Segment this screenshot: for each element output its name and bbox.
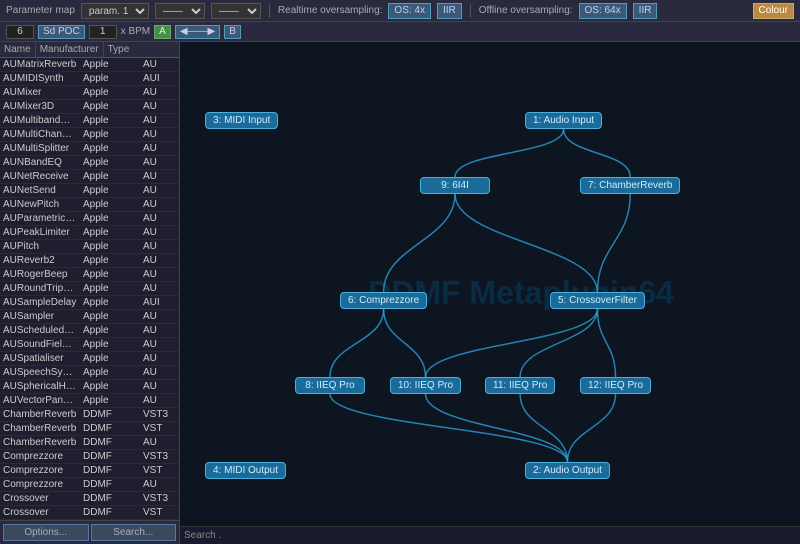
plugin-row[interactable]: ComprezzoreDDMFAU (0, 478, 179, 492)
plugin-row[interactable]: AUMatrixReverbAppleAU (0, 58, 179, 72)
plugin-node-audio_in[interactable]: 1: Audio Input (525, 112, 602, 129)
param-dropdown2[interactable]: —— (155, 3, 205, 19)
param-map-dropdown[interactable]: param. 1 (81, 3, 149, 19)
plugin-row[interactable]: ComprezzoreDDMFVST3 (0, 450, 179, 464)
plugin-node-ieq10[interactable]: 10: IIEQ Pro (390, 377, 461, 394)
plugin-row[interactable]: AUSoundFieldPann...AppleAU (0, 338, 179, 352)
plugin-row[interactable]: AUMultiSplitterAppleAU (0, 142, 179, 156)
plugin-panel: Name Manufacturer Type AUMatrixReverbApp… (0, 42, 180, 544)
plugin-row[interactable]: CrossoverDDMFVST (0, 506, 179, 520)
search-status-text: Search . (184, 530, 221, 541)
plugin-row[interactable]: AUNetSendAppleAU (0, 184, 179, 198)
plugin-node-ieq11[interactable]: 11: IIEQ Pro (485, 377, 555, 394)
plugin-node-s6i4[interactable]: 9: 6I4I (420, 177, 490, 194)
plugin-node-midi_in[interactable]: 3: MIDI Input (205, 112, 278, 129)
options-button[interactable]: Options... (3, 524, 89, 541)
sdpoc-btn[interactable]: Sd POC (38, 25, 85, 39)
plugin-row[interactable]: AUParametricEQAppleAU (0, 212, 179, 226)
plugin-row[interactable]: AUMultiChannelMixerAppleAU (0, 128, 179, 142)
divider2 (470, 4, 471, 18)
plugin-row[interactable]: AUPeakLimiterAppleAU (0, 226, 179, 240)
plugin-row[interactable]: AUNewPitchAppleAU (0, 198, 179, 212)
btn-arrow[interactable]: ◀——▶ (175, 25, 220, 39)
plugin-row[interactable]: CrossoverDDMFVST3 (0, 492, 179, 506)
plugin-row[interactable]: AUVectorPannerAppleAU (0, 394, 179, 408)
plugin-graph-canvas: DDMF Metaplugin64 Search . 3: MIDI Input… (180, 42, 800, 544)
bpm-label: x BPM (121, 26, 150, 37)
divider1 (269, 4, 270, 18)
realtime-btn[interactable]: OS: 4x (388, 3, 431, 19)
canvas-statusbar: Search . (180, 526, 800, 544)
colour-btn[interactable]: Colour (753, 3, 794, 19)
plugin-list: AUMatrixReverbAppleAUAUMIDISynthAppleAUI… (0, 58, 179, 520)
val1-input[interactable] (6, 25, 34, 39)
offline-label: Offline oversampling: (479, 5, 573, 16)
param-dropdown3[interactable]: —— (211, 3, 261, 19)
plugin-row[interactable]: AUMultibandCompr...AppleAU (0, 114, 179, 128)
col-type[interactable]: Type (104, 42, 134, 57)
plugin-row[interactable]: AUSpatialiserAppleAU (0, 352, 179, 366)
plugin-row[interactable]: AUNetReceiveAppleAU (0, 170, 179, 184)
main-toolbar: Parameter map param. 1 —— —— Realtime ov… (0, 0, 800, 22)
col-mfr[interactable]: Manufacturer (36, 42, 104, 57)
plugin-row[interactable]: ChamberReverbDDMFAU (0, 436, 179, 450)
plugin-node-ieq8[interactable]: 8: IIEQ Pro (295, 377, 365, 394)
offline-btn[interactable]: OS: 64x (579, 3, 627, 19)
plugin-row[interactable]: AUScheduledSndFi...AppleAU (0, 324, 179, 338)
plugin-row[interactable]: ComprezzoreDDMFVST (0, 464, 179, 478)
plugin-node-chamber[interactable]: 7: ChamberReverb (580, 177, 680, 194)
plugin-row[interactable]: AUPitchAppleAU (0, 240, 179, 254)
plugin-node-midi_out[interactable]: 4: MIDI Output (205, 462, 286, 479)
secondary-toolbar: Sd POC x BPM A ◀——▶ B (0, 22, 800, 42)
plugin-row[interactable]: AUSampleDelayAppleAUI (0, 296, 179, 310)
realtime-label: Realtime oversampling: (278, 5, 383, 16)
plugin-row[interactable]: AUSpeechSynthesisAppleAU (0, 366, 179, 380)
plugin-panel-footer: Options... Search... (0, 520, 179, 544)
plugin-row[interactable]: AUMixer3DAppleAU (0, 100, 179, 114)
btn-b[interactable]: B (224, 25, 241, 39)
param-map-label: Parameter map (6, 5, 75, 16)
iir1-btn[interactable]: IIR (437, 3, 462, 19)
val2-input[interactable] (89, 25, 117, 39)
search-button[interactable]: Search... (91, 524, 177, 541)
plugin-row[interactable]: AUSamplerAppleAU (0, 310, 179, 324)
plugin-node-audio_out[interactable]: 2: Audio Output (525, 462, 610, 479)
plugin-list-header: Name Manufacturer Type (0, 42, 179, 58)
plugin-row[interactable]: AUSphericalHeadPan...AppleAU (0, 380, 179, 394)
col-name[interactable]: Name (0, 42, 36, 57)
plugin-row[interactable]: ChamberReverbDDMFVST (0, 422, 179, 436)
main-area: Name Manufacturer Type AUMatrixReverbApp… (0, 42, 800, 544)
plugin-node-comprezzore[interactable]: 6: Comprezzore (340, 292, 427, 309)
plugin-row[interactable]: AUMixerAppleAU (0, 86, 179, 100)
btn-a[interactable]: A (154, 25, 171, 39)
plugin-row[interactable]: ChamberReverbDDMFVST3 (0, 408, 179, 422)
plugin-row[interactable]: AURogerBeepAppleAU (0, 268, 179, 282)
iir2-btn[interactable]: IIR (633, 3, 658, 19)
plugin-node-ieq12[interactable]: 12: IIEQ Pro (580, 377, 651, 394)
plugin-row[interactable]: AUMIDISynthAppleAUI (0, 72, 179, 86)
plugin-node-crossover[interactable]: 5: CrossoverFilter (550, 292, 645, 309)
plugin-row[interactable]: AUReverb2AppleAU (0, 254, 179, 268)
plugin-row[interactable]: AUNBandEQAppleAU (0, 156, 179, 170)
plugin-row[interactable]: AURoundTripAACAppleAU (0, 282, 179, 296)
